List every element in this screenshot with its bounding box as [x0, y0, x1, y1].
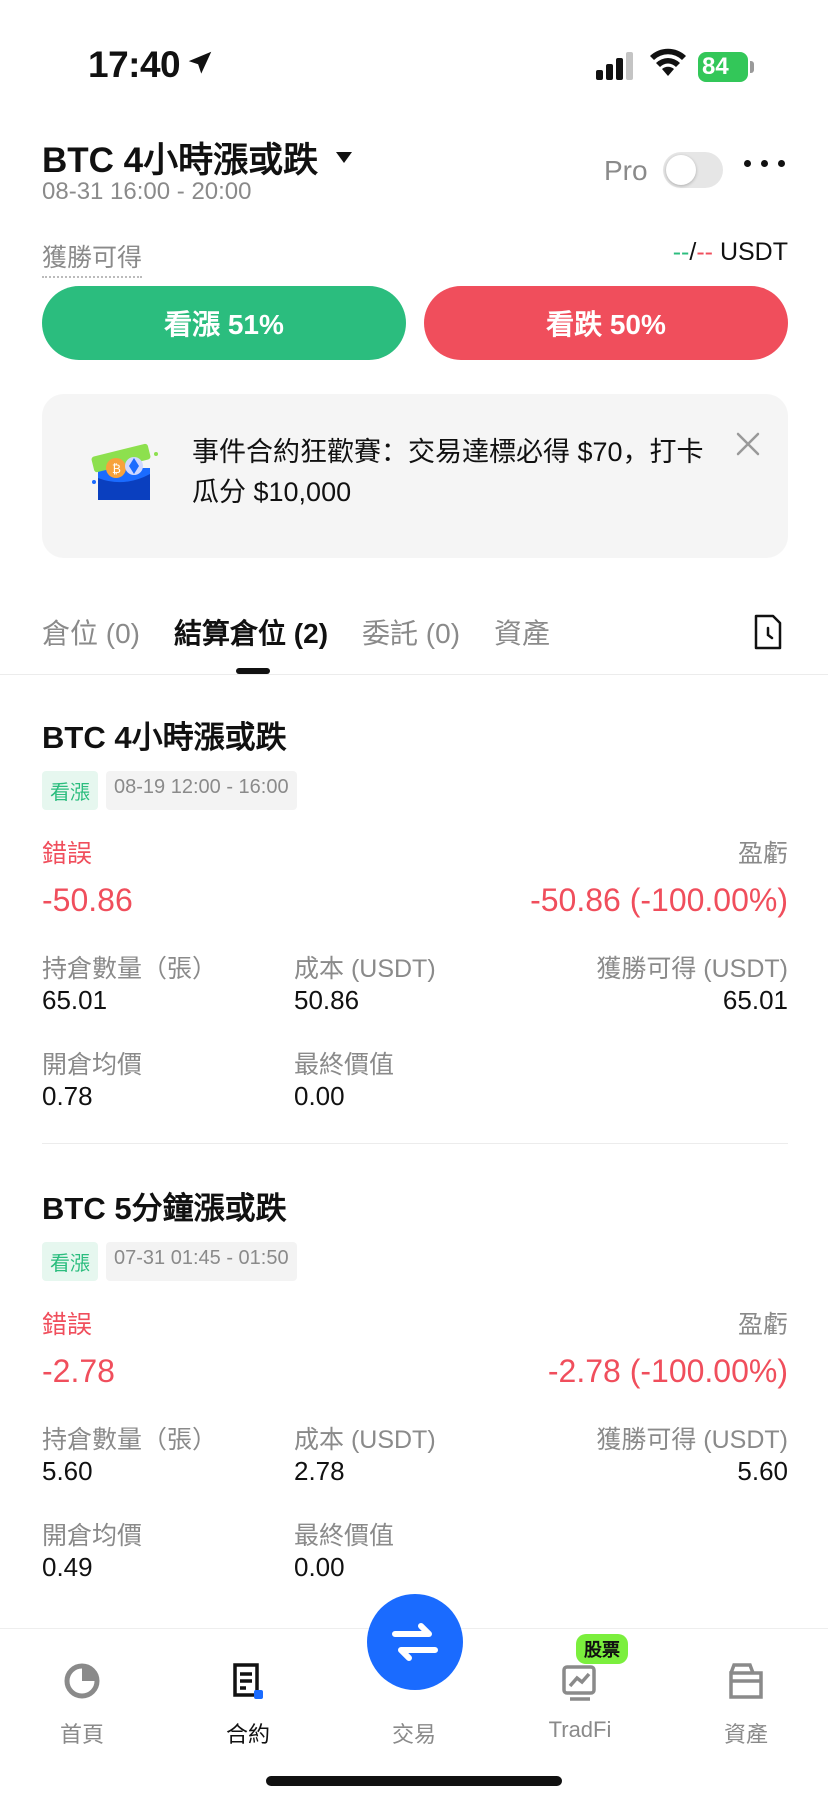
- pnl-label: 盈虧: [737, 840, 788, 868]
- contract-title[interactable]: BTC 4小時漲或跌: [42, 132, 353, 183]
- open-price-value: 0.78: [42, 1081, 93, 1111]
- location-arrow-icon: [188, 51, 212, 74]
- win-label: 獲勝可得 (USDT): [596, 1426, 788, 1454]
- win-label: 獲勝可得 (USDT): [596, 955, 788, 983]
- pro-label: Pro: [604, 155, 648, 186]
- settled-position-card: BTC 4小時漲或跌 看漲 08-19 12:00 - 16:00 錯誤 盈虧 …: [42, 712, 788, 1149]
- status-time: 17:40: [88, 44, 181, 85]
- result-label: 錯誤: [42, 1311, 93, 1339]
- promo-banner[interactable]: ₿ 事件合約狂歡賽：交易達標必得 $70，打卡瓜分 $10,000: [42, 394, 788, 558]
- pnl-label: 盈虧: [737, 1311, 788, 1339]
- win-value: 5.60: [737, 1456, 788, 1486]
- tab-settled-positions[interactable]: 結算倉位 (2): [174, 612, 328, 652]
- trade-fab-button[interactable]: [367, 1594, 463, 1690]
- contract-title-text: BTC 4小時漲或跌: [42, 141, 319, 180]
- position-title: BTC 4小時漲或跌: [42, 720, 287, 755]
- result-value: -50.86: [42, 882, 133, 918]
- open-price-label: 開倉均價: [42, 1051, 143, 1079]
- nav-tradfi-label: TradFi: [548, 1717, 612, 1742]
- wallet-icon: [729, 1663, 763, 1699]
- tab-positions[interactable]: 倉位 (0): [42, 612, 140, 652]
- nav-assets[interactable]: 資產: [686, 1659, 806, 1749]
- result-label: 錯誤: [42, 840, 93, 868]
- tab-assets[interactable]: 資產: [494, 612, 550, 652]
- win-payout-label: 獲勝可得: [42, 238, 143, 278]
- cost-value: 2.78: [294, 1456, 345, 1486]
- position-tabs: 倉位 (0) 結算倉位 (2) 委託 (0) 資產: [42, 612, 584, 652]
- position-title: BTC 5分鐘漲或跌: [42, 1191, 287, 1226]
- win-payout-value: --/-- USDT: [672, 238, 788, 266]
- battery-tip: [750, 61, 754, 73]
- pnl-value: -50.86 (-100.00%): [530, 882, 788, 918]
- contract-icon: [233, 1663, 263, 1699]
- card-divider: [42, 1143, 788, 1144]
- swap-arrows-icon: [392, 1623, 438, 1661]
- qty-value: 65.01: [42, 985, 108, 1015]
- promo-gift-icon: ₿: [91, 443, 158, 500]
- more-options-icon[interactable]: [744, 160, 785, 167]
- nav-home[interactable]: 首頁: [22, 1659, 142, 1749]
- direction-tag: 看漲: [42, 1242, 98, 1281]
- final-value: 0.00: [294, 1081, 345, 1111]
- period-tag: 07-31 01:45 - 01:50: [106, 1242, 297, 1281]
- tradfi-chart-icon: [562, 1665, 596, 1701]
- final-value-label: 最終價值: [294, 1522, 395, 1550]
- history-document-icon[interactable]: [752, 614, 784, 650]
- close-icon[interactable]: [734, 430, 762, 458]
- wifi-icon: [650, 48, 686, 76]
- contract-period: 08-31 16:00 - 20:00: [42, 178, 252, 205]
- tabs-divider: [0, 674, 828, 675]
- win-value: 65.01: [722, 985, 788, 1015]
- nav-contract[interactable]: 合約: [188, 1659, 308, 1749]
- cost-label: 成本 (USDT): [294, 1426, 436, 1454]
- open-price-value: 0.49: [42, 1552, 93, 1582]
- qty-label: 持倉數量（張）: [42, 1426, 218, 1454]
- dropdown-caret-icon: [336, 152, 353, 163]
- qty-label: 持倉數量（張）: [42, 955, 218, 983]
- direction-tag: 看漲: [42, 771, 98, 810]
- qty-value: 5.60: [42, 1456, 93, 1486]
- pnl-value: -2.78 (-100.00%): [547, 1353, 788, 1389]
- open-price-label: 開倉均價: [42, 1522, 143, 1550]
- pro-toggle[interactable]: [663, 152, 723, 188]
- bet-up-button[interactable]: 看漲 51%: [42, 286, 406, 360]
- final-value-label: 最終價值: [294, 1051, 395, 1079]
- nav-tradfi[interactable]: TradFi: [520, 1659, 640, 1743]
- home-indicator: [266, 1776, 562, 1786]
- tab-orders[interactable]: 委託 (0): [362, 612, 460, 652]
- nav-assets-label: 資產: [723, 1722, 768, 1747]
- stock-badge: 股票: [576, 1634, 628, 1664]
- cost-label: 成本 (USDT): [294, 955, 436, 983]
- cellular-signal-icon: [596, 52, 633, 80]
- home-icon: [64, 1663, 100, 1699]
- cost-value: 50.86: [294, 985, 360, 1015]
- status-bar: 17:40 84: [0, 0, 828, 120]
- win-payout-unit: USDT: [719, 238, 788, 266]
- nav-trade-label: 交易: [391, 1722, 436, 1747]
- period-tag: 08-19 12:00 - 16:00: [106, 771, 297, 810]
- battery-indicator: 84: [698, 52, 748, 82]
- promo-text: 事件合約狂歡賽：交易達標必得 $70，打卡瓜分 $10,000: [192, 437, 704, 507]
- nav-home-label: 首頁: [59, 1722, 104, 1747]
- settled-position-card: BTC 5分鐘漲或跌 看漲 07-31 01:45 - 01:50 錯誤 盈虧 …: [42, 1183, 788, 1620]
- final-value: 0.00: [294, 1552, 345, 1582]
- bet-down-button[interactable]: 看跌 50%: [424, 286, 788, 360]
- toggle-knob: [666, 155, 696, 185]
- result-value: -2.78: [42, 1353, 115, 1389]
- svg-text:₿: ₿: [112, 462, 121, 476]
- nav-contract-label: 合約: [225, 1722, 270, 1747]
